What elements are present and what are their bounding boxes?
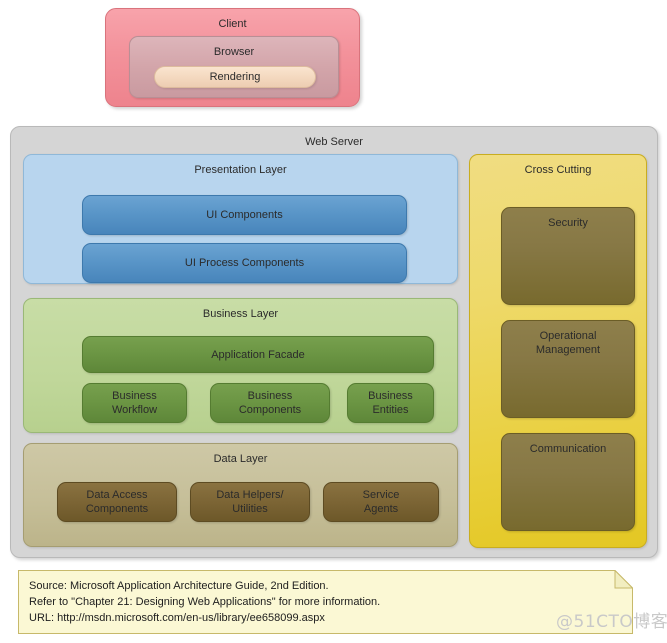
- client-container[interactable]: Client Browser Rendering: [105, 8, 360, 107]
- application-facade-label: Application Facade: [211, 348, 305, 361]
- ui-components-label: UI Components: [206, 209, 283, 221]
- browser-title: Browser: [213, 46, 255, 58]
- rendering-component[interactable]: Rendering: [154, 66, 316, 88]
- cross-cutting-title: Cross Cutting: [524, 164, 592, 176]
- client-title: Client: [218, 18, 247, 30]
- presentation-layer-title: Presentation Layer: [194, 164, 287, 176]
- data-access-components-block[interactable]: Data Access Components: [57, 482, 177, 522]
- source-note: Source: Microsoft Application Architectu…: [18, 570, 633, 634]
- architecture-diagram: Client Browser Rendering Web Server Pres…: [0, 0, 667, 643]
- security-block[interactable]: Security: [501, 207, 635, 305]
- ui-process-components-label: UI Process Components: [184, 257, 305, 269]
- service-agents-label: Service Agents: [362, 489, 400, 515]
- note-line-2: Refer to "Chapter 21: Designing Web Appl…: [29, 596, 381, 608]
- web-server-container[interactable]: Web Server Presentation Layer UI Compone…: [10, 126, 658, 558]
- data-layer-container[interactable]: Data Layer Data Access Components Data He…: [23, 443, 458, 547]
- security-label: Security: [548, 217, 588, 229]
- data-helpers-utilities-block[interactable]: Data Helpers/Utilities: [190, 482, 310, 522]
- business-layer-container[interactable]: Business Layer Application Facade Busine…: [23, 298, 458, 433]
- data-layer-title: Data Layer: [213, 453, 268, 465]
- data-access-components-label: Data Access Components: [85, 489, 149, 515]
- data-helpers-utilities-label: Data Helpers/Utilities: [216, 489, 284, 515]
- application-facade-block[interactable]: Application Facade: [82, 336, 434, 373]
- business-entities-block[interactable]: Business Entities: [347, 383, 434, 423]
- ui-process-components-block[interactable]: UI Process Components: [82, 243, 407, 283]
- operational-management-block[interactable]: Operational Management: [501, 320, 635, 418]
- rendering-label: Rendering: [209, 71, 261, 83]
- business-workflow-label: Business Workflow: [111, 390, 158, 416]
- communication-block[interactable]: Communication: [501, 433, 635, 531]
- business-components-block[interactable]: Business Components: [210, 383, 330, 423]
- note-line-3: URL: http://msdn.microsoft.com/en-us/lib…: [29, 612, 325, 624]
- ui-components-block[interactable]: UI Components: [82, 195, 407, 235]
- presentation-layer-container[interactable]: Presentation Layer UI Components UI Proc…: [23, 154, 458, 284]
- cross-cutting-container[interactable]: Cross Cutting Security Operational Manage…: [469, 154, 647, 548]
- business-components-label: Business Components: [238, 390, 302, 416]
- business-entities-label: Business Entities: [368, 390, 413, 416]
- business-layer-title: Business Layer: [202, 308, 279, 320]
- service-agents-block[interactable]: Service Agents: [323, 482, 439, 522]
- browser-container[interactable]: Browser Rendering: [129, 36, 339, 98]
- communication-label: Communication: [529, 443, 607, 455]
- business-workflow-block[interactable]: Business Workflow: [82, 383, 187, 423]
- note-text-block: Source: Microsoft Application Architectu…: [29, 578, 609, 626]
- note-line-1: Source: Microsoft Application Architectu…: [29, 580, 329, 592]
- web-server-title: Web Server: [305, 136, 363, 148]
- operational-management-label: Operational Management: [535, 330, 601, 356]
